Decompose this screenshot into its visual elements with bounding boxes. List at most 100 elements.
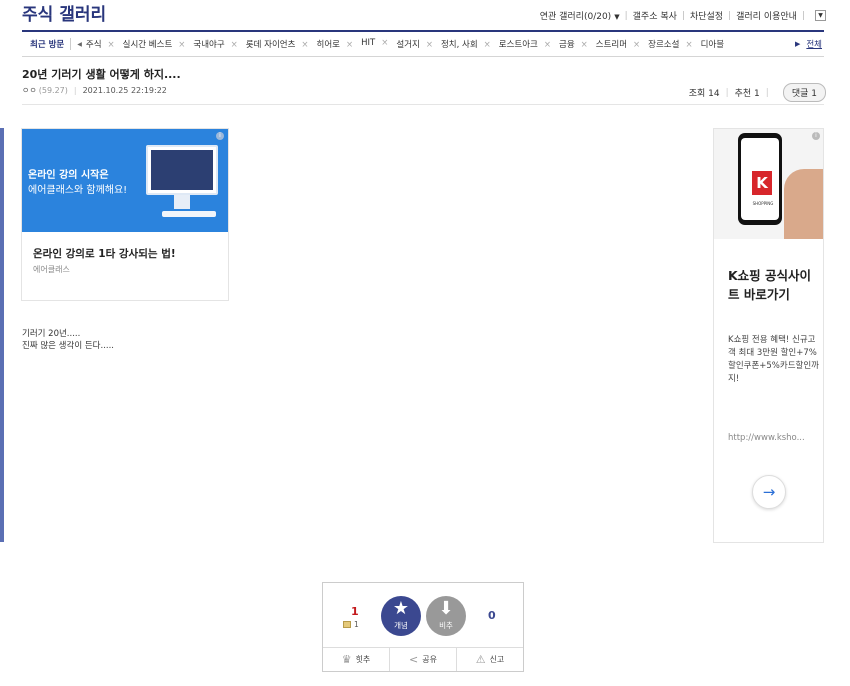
- upvote-button[interactable]: ★ 개념: [381, 596, 421, 636]
- ad-right-url[interactable]: http://www.ksho...: [728, 433, 805, 443]
- keyboard-icon: [162, 211, 216, 217]
- recent-item[interactable]: 설거지 ×: [396, 38, 433, 50]
- ad-right-title[interactable]: K쇼핑 공식사이트 바로가기: [728, 266, 818, 304]
- recent-item[interactable]: 디아블: [701, 38, 724, 50]
- close-icon[interactable]: ×: [685, 40, 692, 50]
- share-button[interactable]: < 공유: [390, 648, 457, 671]
- ad-card-airclass[interactable]: 온라인 강의 시작은 에어클래스와 함께해요! i 온라인 강의로 1타 강사되…: [21, 128, 229, 301]
- recent-item-label: 스트리머: [595, 40, 628, 50]
- divider: |: [73, 86, 77, 95]
- scroll-right-icon[interactable]: ▶: [795, 40, 800, 48]
- close-icon[interactable]: ×: [108, 40, 115, 50]
- recent-item-label: 실시간 베스트: [122, 40, 173, 50]
- fix-count-value: 1: [354, 620, 359, 629]
- recent-item-label: 금융: [559, 40, 575, 50]
- post-ip: (59.27): [38, 86, 68, 95]
- fixed-user-icon: [343, 621, 351, 628]
- recent-items: 주식 × 실시간 베스트 × 국내야구 × 롯데 자이언츠 × 히어로 × HIT × 설거지 × 정치, …: [86, 38, 789, 50]
- recent-item-label: 디아블: [700, 40, 725, 50]
- divider: |: [801, 10, 805, 21]
- recent-item[interactable]: HIT ×: [361, 38, 388, 50]
- divider: |: [765, 87, 769, 98]
- divider: |: [624, 10, 628, 21]
- gallery-title[interactable]: 주식 갤러리: [22, 0, 106, 25]
- recent-item-label: 정치, 사회: [440, 40, 478, 50]
- recent-item-label: HIT: [361, 38, 376, 48]
- post-body: 기러기 20년..... 진짜 많은 생각이 든다.....: [22, 328, 114, 352]
- close-icon[interactable]: ×: [426, 40, 433, 50]
- siren-icon: ⚠: [475, 653, 486, 666]
- close-icon[interactable]: ×: [301, 40, 308, 50]
- upvote-label: 개념: [394, 621, 408, 630]
- hand-icon: [784, 169, 823, 239]
- copy-address-link[interactable]: 갤주소 복사: [633, 9, 677, 22]
- view-count: 조회 14: [688, 89, 720, 99]
- ad-image: 온라인 강의 시작은 에어클래스와 함께해요! i: [22, 129, 228, 232]
- recommend-count: 추천 1: [734, 89, 760, 99]
- ad-headline[interactable]: 온라인 강의로 1타 강사되는 법!: [33, 246, 176, 261]
- page: 주식 갤러리 연관 갤러리(0/20) ▼ | 갤주소 복사 | 차단설정 | 갤…: [0, 0, 850, 686]
- related-gallery-link[interactable]: 연관 갤러리(0/20) ▼: [540, 9, 620, 22]
- reply-count-button[interactable]: 댓글 1: [782, 83, 826, 102]
- upvote-count: 1: [351, 605, 359, 618]
- close-icon[interactable]: ×: [581, 40, 588, 50]
- caret-down-icon: ▼: [614, 13, 620, 21]
- recent-item[interactable]: 히어로 ×: [317, 38, 354, 50]
- close-icon[interactable]: ×: [346, 40, 353, 50]
- recent-visit-bar: 최근 방문 ◀ 주식 × 실시간 베스트 × 국내야구 × 롯데 자이언츠 × 히어로 × HIT ×…: [22, 30, 824, 57]
- recent-item[interactable]: 실시간 베스트 ×: [123, 38, 186, 50]
- recent-item-label: 장르소설: [648, 40, 680, 50]
- arrow-right-icon[interactable]: →: [752, 475, 786, 509]
- recent-visit-label: 최근 방문: [22, 38, 72, 50]
- recent-item-label: 히어로: [316, 40, 341, 50]
- divider: |: [725, 87, 729, 98]
- share-icon: <: [409, 653, 419, 666]
- recent-item[interactable]: 국내야구 ×: [193, 38, 237, 50]
- downvote-button[interactable]: ⬇ 비추: [426, 596, 466, 636]
- k-shopping-logo-text: SHOPPING: [752, 201, 774, 206]
- arrow-down-icon: ⬇: [438, 598, 454, 619]
- post-body-line: 진짜 많은 생각이 든다.....: [22, 341, 114, 351]
- ad-card-kshopping[interactable]: K SHOPPING i K쇼핑 공식사이트 바로가기 K쇼핑 전용 혜택! 신…: [713, 128, 824, 543]
- top-links: 연관 갤러리(0/20) ▼ | 갤주소 복사 | 차단설정 | 갤러리 이용안내…: [540, 9, 826, 22]
- close-icon[interactable]: ×: [231, 40, 238, 50]
- expand-toggle-button[interactable]: ▼: [815, 10, 826, 21]
- recent-all-link[interactable]: 전체: [806, 38, 822, 50]
- report-button[interactable]: ⚠ 신고: [457, 648, 523, 671]
- post-body-line: 기러기 20년.....: [22, 329, 81, 339]
- post-author[interactable]: ㅇㅇ: [22, 85, 37, 96]
- close-icon[interactable]: ×: [484, 40, 491, 50]
- vote-box: 1 1 ★ 개념 ⬇ 비추 0 ♛ 힛추 < 공유 ⚠ 신고: [322, 582, 524, 672]
- phone-screen: K SHOPPING: [741, 138, 779, 220]
- block-settings-link[interactable]: 차단설정: [690, 9, 723, 22]
- close-icon[interactable]: ×: [178, 40, 185, 50]
- report-label: 신고: [489, 655, 505, 664]
- close-icon[interactable]: ×: [544, 40, 551, 50]
- related-gallery-label: 연관 갤러리(0/20): [539, 12, 612, 22]
- monitor-stand: [174, 195, 190, 209]
- recent-item-label: 로스트아크: [498, 40, 538, 50]
- ad-image-line1: 온라인 강의 시작은: [28, 170, 109, 181]
- recent-item[interactable]: 금융 ×: [559, 38, 588, 50]
- vote-top: 1 1 ★ 개념 ⬇ 비추 0: [323, 583, 523, 646]
- recent-item[interactable]: 로스트아크 ×: [499, 38, 551, 50]
- recent-item-label: 롯데 자이언츠: [245, 40, 296, 50]
- recent-item[interactable]: 롯데 자이언츠 ×: [246, 38, 309, 50]
- hit-button[interactable]: ♛ 힛추: [323, 648, 390, 671]
- ad-brand: 에어클래스: [33, 265, 70, 274]
- close-icon[interactable]: ×: [381, 38, 388, 48]
- info-icon[interactable]: i: [216, 132, 224, 140]
- post-meta: ㅇㅇ (59.27) | 2021.10.25 22:19:22: [22, 85, 167, 96]
- fix-count: 1: [343, 620, 359, 629]
- gallery-guide-link[interactable]: 갤러리 이용안내: [736, 9, 797, 22]
- close-icon[interactable]: ×: [633, 40, 640, 50]
- recent-item[interactable]: 스트리머 ×: [596, 38, 640, 50]
- recent-item[interactable]: 정치, 사회 ×: [441, 38, 491, 50]
- vote-actions: ♛ 힛추 < 공유 ⚠ 신고: [323, 647, 523, 671]
- recent-item[interactable]: 주식 ×: [86, 38, 115, 50]
- scroll-left-icon[interactable]: ◀: [77, 41, 82, 48]
- recent-item[interactable]: 장르소설 ×: [648, 38, 692, 50]
- info-icon[interactable]: i: [812, 132, 820, 140]
- crown-icon: ♛: [341, 653, 352, 666]
- hit-label: 힛추: [355, 655, 371, 664]
